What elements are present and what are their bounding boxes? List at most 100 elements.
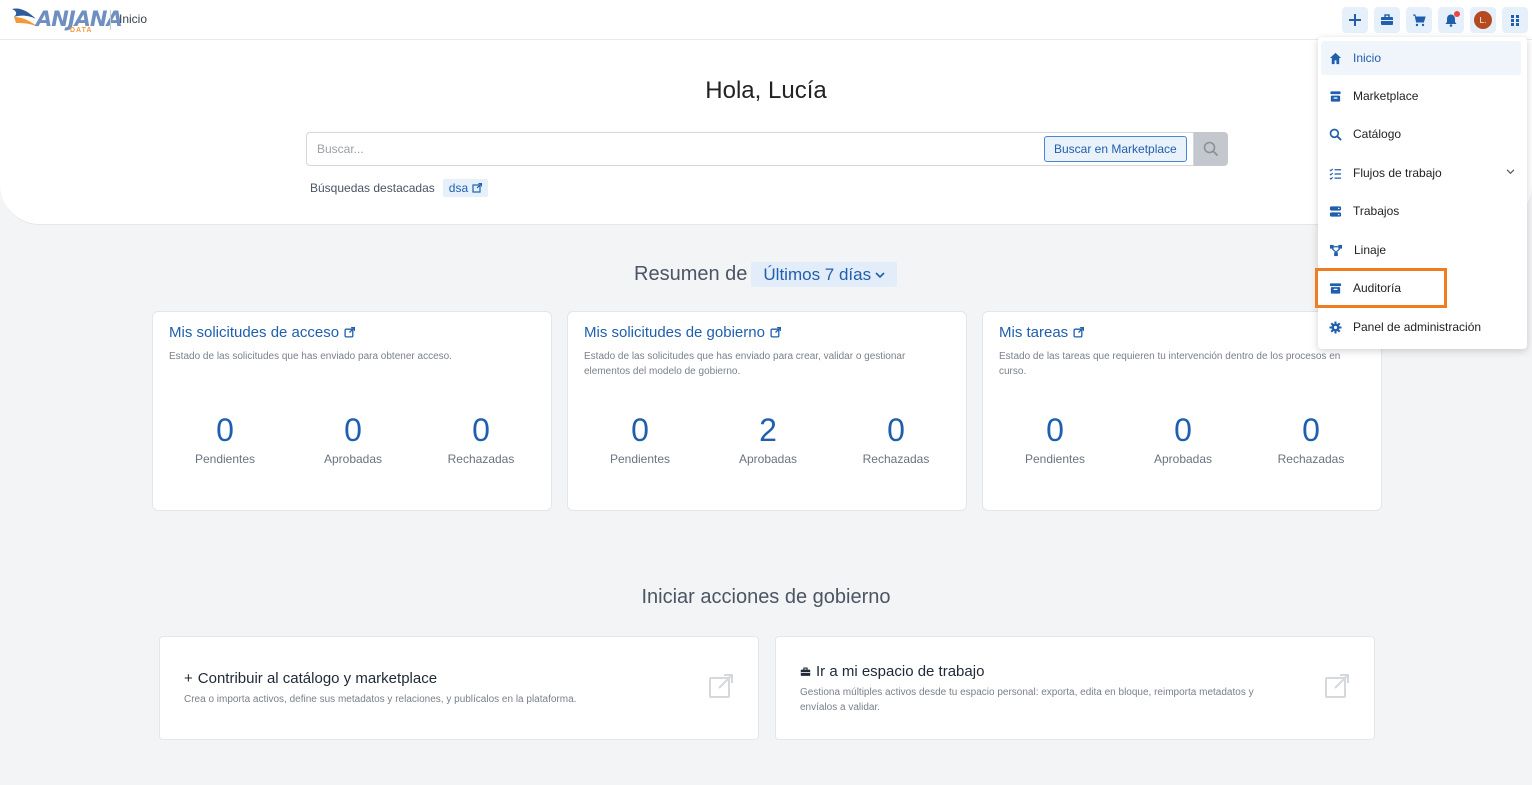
stat-label: Pendientes [194,452,256,466]
search-icon [1329,128,1342,141]
action-description: Gestiona múltiples activos desde tu espa… [800,687,1254,713]
checklist-icon [1329,167,1342,180]
search-bar: Buscar en Marketplace [306,132,1228,166]
chevron-down-icon [875,271,885,278]
header-divider [110,10,111,30]
auditoria-highlight-box [1315,268,1447,308]
plus-icon [1349,14,1361,26]
stat-approved: 2 Aprobadas [704,410,832,466]
card-description: Estado de las tareas que requieren tu in… [999,351,1341,377]
search-icon [1203,141,1219,157]
user-menu-button[interactable]: L. [1470,7,1496,33]
menu-item-label: Linaje [1354,243,1387,257]
date-range-select[interactable]: Últimos 7 días [751,262,898,287]
action-title-text: Contribuir al catálogo y marketplace [197,670,438,687]
featured-search-chip-label: dsa [448,181,469,195]
summary-heading: Resumen de Últimos 7 días [634,262,898,287]
stat-rejected: 0 Rechazadas [1247,410,1375,466]
card-title: Mis tareas [999,324,1069,341]
menu-item-label: Flujos de trabajo [1353,166,1442,180]
briefcase-icon [1381,14,1393,25]
external-link-icon [770,327,781,338]
hero-section: Hola, Lucía Buscar en Marketplace Búsque… [0,40,1532,225]
notification-badge [1454,11,1460,17]
stat-value: 0 [472,412,490,448]
menu-item-trabajos[interactable]: Trabajos [1321,194,1521,228]
stat-label: Aprobadas [738,452,798,466]
menu-item-linaje[interactable]: Linaje [1321,233,1521,267]
action-title: Ir a mi espacio de trabajo [800,663,984,680]
stat-label: Rechazadas [862,452,930,466]
card-title-link[interactable]: Mis tareas [999,324,1085,341]
card-title: Mis solicitudes de gobierno [584,324,765,341]
stat-label: Aprobadas [1153,452,1213,466]
stat-label: Pendientes [609,452,671,466]
search-marketplace-button[interactable]: Buscar en Marketplace [1044,136,1187,162]
menu-item-inicio[interactable]: Inicio [1321,41,1521,75]
plus-prefix: + [184,670,193,687]
stat-pending: 0 Pendientes [991,410,1119,466]
menu-item-marketplace[interactable]: Marketplace [1321,79,1521,113]
card-description: Estado de las solicitudes que has enviad… [169,351,452,362]
stat-label: Rechazadas [1277,452,1345,466]
card-stats: 0 Pendientes 0 Aprobadas 0 Rechazadas [161,410,545,466]
featured-search-chip[interactable]: dsa [442,179,489,197]
stat-label: Pendientes [1024,452,1086,466]
add-button[interactable] [1342,7,1368,33]
store-icon [1330,90,1341,102]
search-button[interactable] [1194,132,1228,166]
contribute-catalog-card[interactable]: + Contribuir al catálogo y marketplace C… [159,636,759,740]
stat-pending: 0 Pendientes [161,410,289,466]
greeting-title: Hola, Lucía [705,77,827,104]
grid-icon [1511,15,1519,26]
stat-value: 2 [759,412,777,448]
menu-item-label: Trabajos [1353,204,1400,218]
avatar: L. [1474,11,1492,29]
menu-item-catalogo[interactable]: Catálogo [1321,117,1521,151]
cart-icon [1413,14,1426,27]
card-title-link[interactable]: Mis solicitudes de gobierno [584,324,781,341]
menu-item-panel-de-administracion[interactable]: Panel de administración [1321,310,1521,344]
apps-menu-button[interactable] [1502,7,1528,33]
card-title-link[interactable]: Mis solicitudes de acceso [169,324,356,341]
stat-rejected: 0 Rechazadas [832,410,960,466]
action-description: Crea o importa activos, define sus metad… [184,694,577,705]
stat-label: Rechazadas [447,452,515,466]
card-title: Mis solicitudes de acceso [169,324,340,341]
top-bar: ANJANA DATA Inicio L. [0,0,1532,40]
lineage-icon [1329,244,1343,256]
featured-searches-label: Búsquedas destacadas [310,181,435,195]
stat-value: 0 [1302,412,1320,448]
briefcase-icon [800,667,811,676]
workspace-card[interactable]: Ir a mi espacio de trabajo Gestiona múlt… [775,636,1375,740]
stat-approved: 0 Aprobadas [1119,410,1247,466]
header-actions: L. [1342,7,1528,33]
stat-value: 0 [1174,412,1192,448]
menu-item-label: Inicio [1353,51,1382,65]
external-link-icon [1325,674,1349,698]
date-range-value: Últimos 7 días [763,264,872,284]
home-icon [1329,52,1342,64]
stat-approved: 0 Aprobadas [289,410,417,466]
stat-value: 0 [1046,412,1064,448]
menu-item-flujos-de-trabajo[interactable]: Flujos de trabajo [1321,156,1521,190]
menu-item-label: Marketplace [1353,89,1419,103]
workspace-button[interactable] [1374,7,1400,33]
menu-item-label: Catálogo [1353,127,1402,141]
external-link-icon [709,674,733,698]
server-icon [1329,205,1342,217]
access-requests-card: Mis solicitudes de acceso Estado de las … [152,311,552,511]
breadcrumb[interactable]: Inicio [119,12,147,26]
stat-value: 0 [344,412,362,448]
summary-title: Resumen de [634,263,748,285]
cart-button[interactable] [1406,7,1432,33]
action-title: + Contribuir al catálogo y marketplace [184,670,437,687]
governance-requests-card: Mis solicitudes de gobierno Estado de la… [567,311,967,511]
anjana-logo[interactable]: ANJANA DATA [10,3,123,35]
external-link-icon [472,183,483,193]
stat-value: 0 [887,412,905,448]
stat-pending: 0 Pendientes [576,410,704,466]
notifications-button[interactable] [1438,7,1464,33]
action-title-text: Ir a mi espacio de trabajo [816,663,985,680]
stat-rejected: 0 Rechazadas [417,410,545,466]
